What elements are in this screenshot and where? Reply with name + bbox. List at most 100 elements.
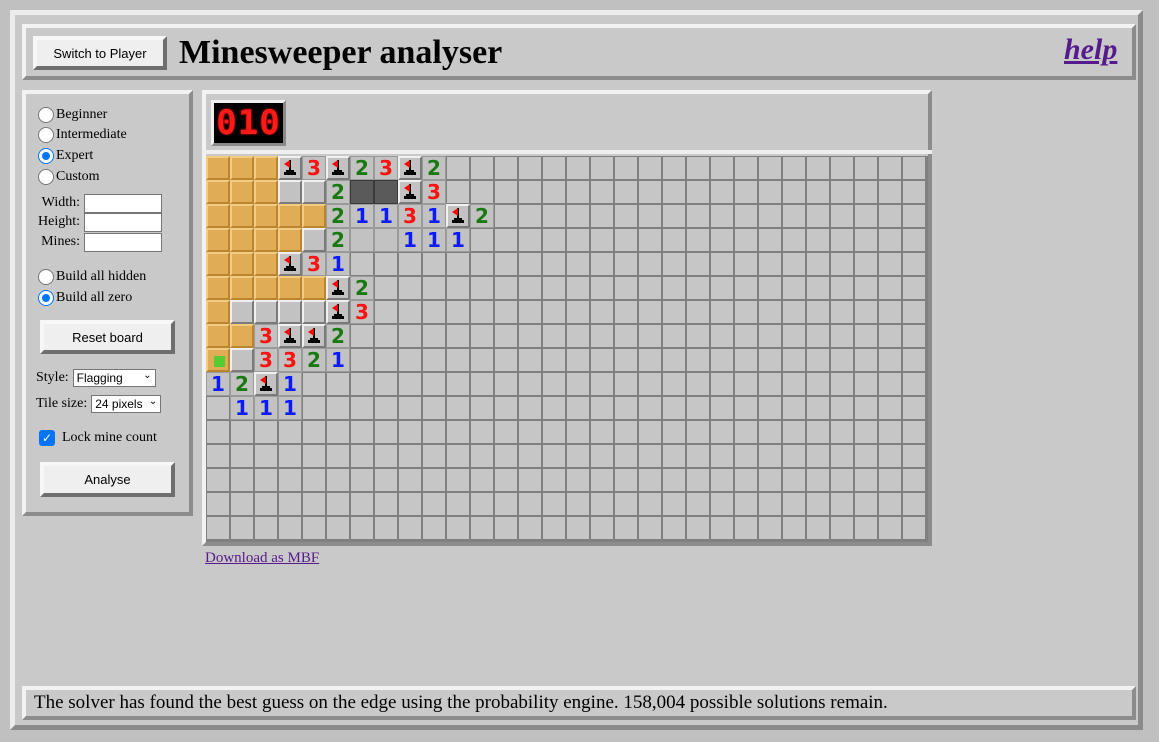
hidden-tile[interactable]: [782, 300, 806, 324]
hidden-tile[interactable]: [470, 372, 494, 396]
hidden-tile[interactable]: [518, 348, 542, 372]
lock-mine-count-checkbox[interactable]: ✓: [39, 430, 55, 446]
hidden-tile[interactable]: [830, 324, 854, 348]
open-tile[interactable]: [374, 228, 398, 252]
flag-tile[interactable]: [326, 276, 350, 300]
hidden-tile[interactable]: [470, 468, 494, 492]
hidden-tile[interactable]: [302, 468, 326, 492]
height-input[interactable]: [84, 212, 162, 232]
hidden-tile[interactable]: [614, 156, 638, 180]
analyse-button[interactable]: Analyse: [40, 462, 175, 497]
hidden-tile[interactable]: [302, 492, 326, 516]
hidden-tile[interactable]: [806, 228, 830, 252]
hidden-tile[interactable]: [806, 444, 830, 468]
hidden-tile[interactable]: [326, 516, 350, 540]
raised-tile[interactable]: [278, 180, 302, 204]
hidden-tile[interactable]: [614, 516, 638, 540]
hidden-tile[interactable]: [806, 468, 830, 492]
zero-tile[interactable]: [206, 156, 230, 180]
hidden-tile[interactable]: [422, 420, 446, 444]
hidden-tile[interactable]: [566, 468, 590, 492]
difficulty-option-beginner[interactable]: Beginner: [38, 105, 107, 125]
hidden-tile[interactable]: [206, 516, 230, 540]
hidden-tile[interactable]: [902, 492, 926, 516]
hidden-tile[interactable]: [566, 204, 590, 228]
hidden-tile[interactable]: [470, 396, 494, 420]
hidden-tile[interactable]: [326, 420, 350, 444]
difficulty-radio[interactable]: [38, 127, 54, 143]
hidden-tile[interactable]: [686, 444, 710, 468]
hidden-tile[interactable]: [734, 468, 758, 492]
number-tile-2[interactable]: 2: [326, 324, 350, 348]
hidden-tile[interactable]: [854, 516, 878, 540]
hidden-tile[interactable]: [734, 348, 758, 372]
number-tile-1[interactable]: 1: [326, 348, 350, 372]
hidden-tile[interactable]: [542, 420, 566, 444]
hidden-tile[interactable]: [686, 156, 710, 180]
difficulty-radio[interactable]: [38, 107, 54, 123]
zero-tile[interactable]: [206, 180, 230, 204]
hidden-tile[interactable]: [662, 276, 686, 300]
hidden-tile[interactable]: [854, 348, 878, 372]
hidden-tile[interactable]: [566, 252, 590, 276]
hidden-tile[interactable]: [566, 516, 590, 540]
hidden-tile[interactable]: [350, 372, 374, 396]
hidden-tile[interactable]: [638, 516, 662, 540]
hidden-tile[interactable]: [734, 180, 758, 204]
hidden-tile[interactable]: [830, 420, 854, 444]
number-tile-1[interactable]: 1: [278, 396, 302, 420]
hidden-tile[interactable]: [830, 276, 854, 300]
number-tile-1[interactable]: 1: [206, 372, 230, 396]
hidden-tile[interactable]: [374, 252, 398, 276]
hidden-tile[interactable]: [422, 396, 446, 420]
hidden-tile[interactable]: [542, 372, 566, 396]
hidden-tile[interactable]: [878, 468, 902, 492]
zero-tile[interactable]: [278, 276, 302, 300]
hidden-tile[interactable]: [518, 420, 542, 444]
hidden-tile[interactable]: [518, 444, 542, 468]
number-tile-1[interactable]: 1: [398, 228, 422, 252]
hidden-tile[interactable]: [902, 516, 926, 540]
hidden-tile[interactable]: [494, 300, 518, 324]
hidden-tile[interactable]: [494, 516, 518, 540]
zero-tile[interactable]: [230, 252, 254, 276]
hidden-tile[interactable]: [902, 300, 926, 324]
hidden-tile[interactable]: [758, 300, 782, 324]
hidden-tile[interactable]: [782, 180, 806, 204]
hidden-tile[interactable]: [854, 372, 878, 396]
zero-tile[interactable]: [254, 228, 278, 252]
hidden-tile[interactable]: [878, 252, 902, 276]
hidden-tile[interactable]: [758, 180, 782, 204]
hidden-tile[interactable]: [446, 396, 470, 420]
minesweeper-board[interactable]: 32322321131221113123323321121111: [206, 156, 928, 542]
hidden-tile[interactable]: [734, 276, 758, 300]
flag-tile[interactable]: [446, 204, 470, 228]
number-tile-1[interactable]: 1: [326, 252, 350, 276]
hidden-tile[interactable]: [662, 468, 686, 492]
hidden-tile[interactable]: [662, 324, 686, 348]
hidden-tile[interactable]: [422, 372, 446, 396]
hidden-tile[interactable]: [398, 252, 422, 276]
hidden-tile[interactable]: [542, 276, 566, 300]
hidden-tile[interactable]: [782, 396, 806, 420]
hidden-tile[interactable]: [878, 324, 902, 348]
hidden-tile[interactable]: [710, 276, 734, 300]
hidden-tile[interactable]: [470, 156, 494, 180]
hidden-tile[interactable]: [902, 324, 926, 348]
hidden-tile[interactable]: [614, 492, 638, 516]
number-tile-1[interactable]: 1: [350, 204, 374, 228]
flag-tile[interactable]: [326, 156, 350, 180]
hidden-tile[interactable]: [710, 228, 734, 252]
number-tile-1[interactable]: 1: [278, 372, 302, 396]
hidden-tile[interactable]: [374, 324, 398, 348]
hidden-tile[interactable]: [494, 348, 518, 372]
hidden-tile[interactable]: [782, 420, 806, 444]
hidden-tile[interactable]: [782, 252, 806, 276]
hidden-tile[interactable]: [470, 252, 494, 276]
hidden-tile[interactable]: [758, 228, 782, 252]
hidden-tile[interactable]: [854, 252, 878, 276]
hidden-tile[interactable]: [374, 492, 398, 516]
hidden-tile[interactable]: [278, 420, 302, 444]
hidden-tile[interactable]: [470, 348, 494, 372]
hidden-tile[interactable]: [662, 300, 686, 324]
